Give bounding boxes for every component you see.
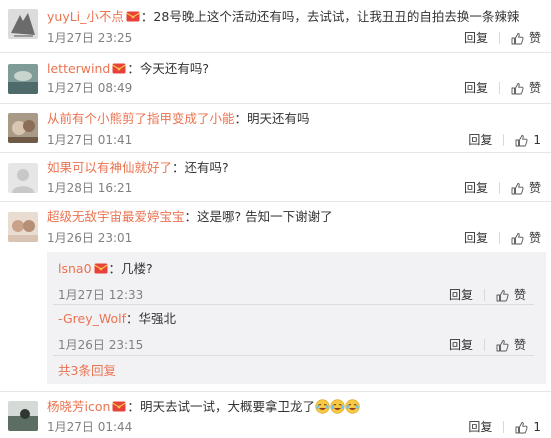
reply-button[interactable]: 回复 [464,179,488,197]
comment-separator: ： [184,209,198,224]
reply-button[interactable]: 回复 [468,131,492,149]
avatar[interactable] [8,401,38,431]
action-divider [483,289,485,301]
avatar[interactable] [8,9,38,39]
comment-time: 1月27日 01:41 [47,133,133,147]
like-button[interactable]: 赞 [511,79,541,97]
comment-text: 明天还有吗 [247,111,310,126]
like-button[interactable]: 1 [515,418,541,436]
like-count: 1 [533,133,541,147]
sub-reply-divider [53,355,534,356]
reply-button[interactable]: 回复 [464,79,488,97]
avatar[interactable] [8,212,38,242]
comment-time: 1月26日 23:15 [58,338,144,352]
red-envelope-vip-icon [112,63,127,74]
like-count: 赞 [528,231,541,245]
like-button[interactable]: 赞 [511,29,541,47]
sub-reply-divider [53,304,534,305]
thumbs-up-icon [511,232,524,245]
like-count: 赞 [528,181,541,195]
laughing-tears-emoji-icon [345,399,360,414]
comment-text: 这是哪? 告知一下谢谢了 [197,209,333,224]
action-divider [498,232,500,244]
comment-time: 1月27日 08:49 [47,81,133,95]
comment-time: 1月28日 16:21 [47,181,133,195]
comment-text: 今天还有吗? [139,61,210,76]
username-link[interactable]: letterwind [47,61,110,76]
thumbs-up-icon [496,339,509,352]
sub-reply-item: -Grey_Wolf：华强北 1月26日 23:15 回复 赞 [58,310,546,354]
comment-separator: ： [108,261,122,276]
avatar[interactable] [8,64,38,94]
laughing-tears-emoji-icon [315,399,330,414]
like-button[interactable]: 赞 [496,286,526,304]
username-link[interactable]: 杨晓芳icon [47,399,110,414]
red-envelope-vip-icon [93,263,108,274]
comment-divider [0,103,551,104]
sub-reply-item: lsna0 ：几楼? 1月27日 12:33 回复 赞 [58,260,546,304]
username-link[interactable]: 超级无敌宇宙最爱婷宝宝 [47,209,185,224]
thumbs-up-icon [515,134,528,147]
thumbs-up-icon [511,182,524,195]
comment-divider [0,391,551,392]
red-envelope-vip-icon [112,401,127,412]
comment-separator: ： [126,311,139,326]
like-count: 1 [533,420,541,434]
comment-time: 1月27日 12:33 [58,288,144,302]
action-divider [503,134,505,146]
action-divider [503,421,505,433]
comment-divider [0,52,551,53]
red-envelope-vip-icon [126,11,140,22]
sub-reply-list: lsna0 ：几楼? 1月27日 12:33 回复 赞 -Grey_Wolf：华强… [47,252,546,384]
like-button[interactable]: 1 [515,131,541,149]
comment-divider [0,152,551,153]
comment-separator: ： [127,399,140,414]
reply-button[interactable]: 回复 [464,29,488,47]
comment-time: 1月26日 23:01 [47,231,133,245]
reply-button[interactable]: 回复 [464,229,488,247]
avatar[interactable] [8,163,38,193]
comment-text: 华强北 [138,311,177,326]
username-link[interactable]: -Grey_Wolf [58,311,126,326]
comment-time: 1月27日 23:25 [47,31,133,45]
like-button[interactable]: 赞 [511,179,541,197]
like-count: 赞 [528,81,541,95]
username-link[interactable]: 如果可以有神仙就好了 [47,160,172,175]
action-divider [498,82,500,94]
thumbs-up-icon [511,82,524,95]
thumbs-up-icon [496,289,509,302]
comment-separator: ： [172,160,185,175]
reply-button[interactable]: 回复 [449,336,473,354]
username-link[interactable]: 从前有个小熊剪了指甲变成了小能 [47,111,235,126]
comment-text: 明天去试一试，大概要拿卫龙了 [139,399,315,414]
like-count: 赞 [528,31,541,45]
comment-separator: ： [140,9,154,24]
username-link[interactable]: yuyLi_小不点 [47,9,124,24]
action-divider [498,32,500,44]
action-divider [483,339,485,351]
like-button[interactable]: 赞 [511,229,541,247]
like-count: 赞 [513,338,526,352]
comment-time: 1月27日 01:44 [47,420,133,434]
avatar[interactable] [8,113,38,143]
like-button[interactable]: 赞 [496,336,526,354]
comment-text: 28号晚上这个活动还有吗，去试试，让我丑丑的自拍去换一条辣辣 [153,9,520,24]
username-link[interactable]: lsna0 [58,261,92,276]
comment-text: 还有吗? [184,160,229,175]
reply-button[interactable]: 回复 [449,286,473,304]
comment-text: 几楼? [121,261,153,276]
thumbs-up-icon [511,32,524,45]
more-replies-link[interactable]: 共3条回复 [58,363,116,379]
comment-separator: ： [234,111,248,126]
action-divider [498,182,500,194]
laughing-tears-emoji-icon [330,399,345,414]
comment-divider [0,201,551,202]
like-count: 赞 [513,288,526,302]
comment-separator: ： [127,61,140,76]
thumbs-up-icon [515,421,528,434]
reply-button[interactable]: 回复 [468,418,492,436]
